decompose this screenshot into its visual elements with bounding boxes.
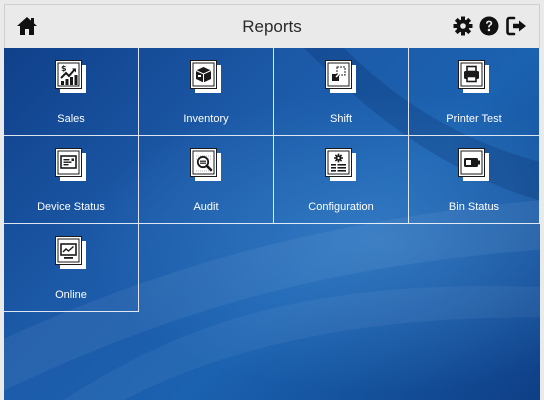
svg-text:$: $ [61,64,67,73]
tile-online[interactable]: Online [4,224,139,312]
tile-label: Shift [329,113,352,125]
bin-battery-icon [458,148,490,182]
tile-label: Bin Status [448,201,500,213]
printer-icon [458,60,490,94]
tile-label: Device Status [37,201,105,213]
online-monitor-icon [55,236,87,270]
audit-magnifier-icon [190,148,222,182]
tile-audit[interactable]: Audit [139,136,274,224]
logout-icon[interactable] [505,14,529,38]
tile-label: Printer Test [446,113,502,125]
tile-configuration[interactable]: Configuration [274,136,409,224]
tile-bin-status[interactable]: Bin Status [409,136,540,224]
reports-grid: $ Sales Inventory Shift Printer Test Dev… [4,48,540,400]
tile-label: Inventory [183,113,229,125]
tile-device-status[interactable]: Device Status [4,136,139,224]
tile-label: Sales [57,113,85,125]
header-bar: Reports [4,4,540,48]
tile-inventory[interactable]: Inventory [139,48,274,136]
tile-sales[interactable]: $ Sales [4,48,139,136]
tile-printer-test[interactable]: Printer Test [409,48,540,136]
app-frame: Reports $ Sales Inventory Shift Printer … [0,0,544,400]
configuration-gear-icon [325,148,357,182]
tile-label: Audit [193,201,219,213]
tile-label: Online [55,289,87,301]
tile-shift[interactable]: Shift [274,48,409,136]
help-icon[interactable] [477,14,501,38]
tile-label: Configuration [308,201,374,213]
settings-icon[interactable] [451,14,475,38]
sales-chart-icon: $ [55,60,87,94]
inventory-box-icon [190,60,222,94]
device-status-icon [55,148,87,182]
shift-transfer-icon [325,60,357,94]
